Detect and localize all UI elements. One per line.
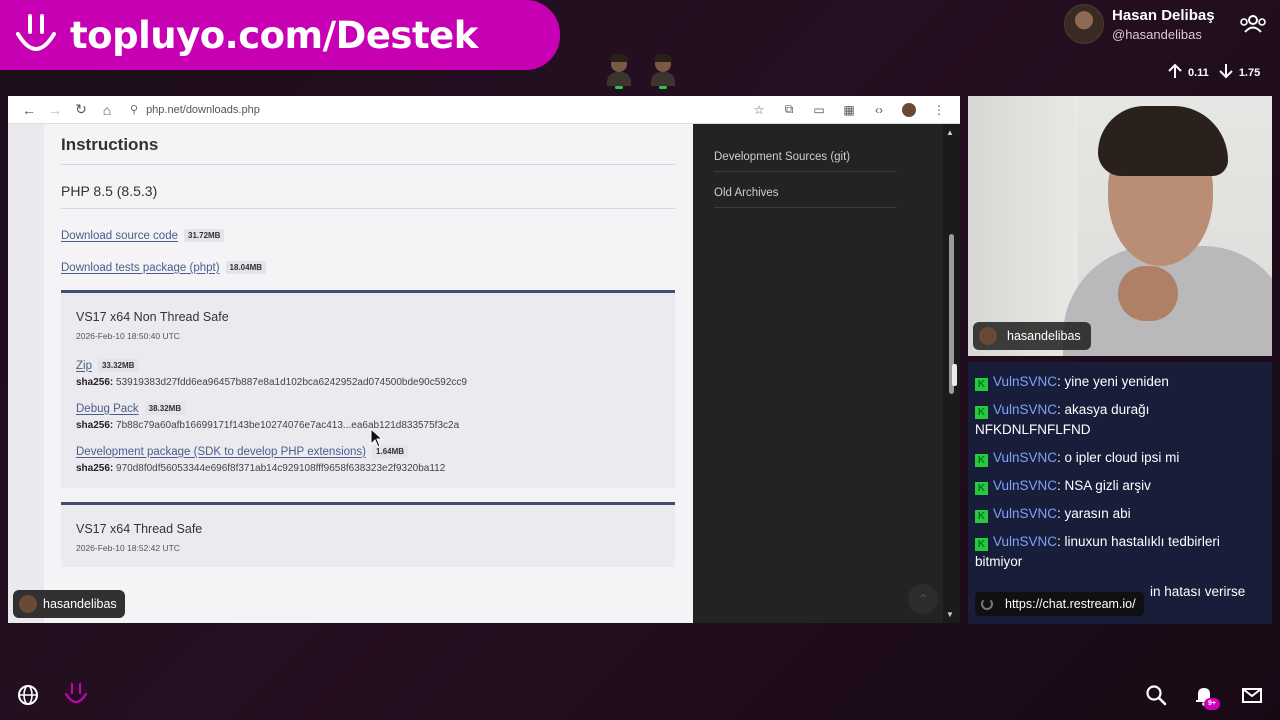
home-icon[interactable]: ⌂ bbox=[94, 97, 120, 123]
instructions-heading: Instructions bbox=[61, 135, 675, 165]
loading-icon bbox=[981, 598, 993, 610]
dev-package-link[interactable]: Development package (SDK to develop PHP … bbox=[76, 446, 366, 458]
more-menu-icon[interactable]: ⋮ bbox=[926, 97, 952, 123]
arrow-down-icon bbox=[1217, 62, 1235, 83]
download-source-link[interactable]: Download source code bbox=[61, 230, 178, 242]
banner-text: topluyo.com/Destek bbox=[70, 13, 478, 57]
topluyo-home-icon[interactable] bbox=[64, 682, 88, 713]
kick-icon: K bbox=[975, 510, 988, 523]
size-badge: 33.32MB bbox=[97, 359, 139, 372]
build-date: 2026-Feb-10 18:52:42 UTC bbox=[76, 543, 180, 553]
chat-message: K VulnSVNC: akasya durağı NFKDNLFNFLFND bbox=[975, 402, 1150, 437]
php-version-heading: PHP 8.5 (8.5.3) bbox=[61, 183, 675, 209]
dev-package-row: Development package (SDK to develop PHP … bbox=[76, 445, 660, 474]
browser-toolbar: ← → ↻ ⌂ ⚲ php.net/downloads.php ☆ ⧉ ▭ ▦ … bbox=[8, 96, 960, 124]
debug-pack-row: Debug Pack 38.32MB sha256: 7b88c79a60afb… bbox=[76, 402, 660, 431]
build-card-nts: VS17 x64 Non Thread Safe 2026-Feb-10 18:… bbox=[61, 290, 675, 488]
host-name: hasandelibas bbox=[43, 597, 117, 611]
download-tests: Download tests package (phpt) 18.04MB bbox=[61, 261, 675, 274]
extensions-icon[interactable]: ⧉ bbox=[776, 97, 802, 123]
webcam-name-tag: hasandelibas bbox=[973, 322, 1091, 350]
site-info-icon[interactable]: ⚲ bbox=[130, 103, 138, 116]
webcam-name: hasandelibas bbox=[1007, 329, 1081, 343]
size-badge: 18.04MB bbox=[225, 261, 267, 274]
page-content: Instructions PHP 8.5 (8.5.3) Download so… bbox=[8, 124, 693, 623]
download-source: Download source code 31.72MB bbox=[61, 229, 675, 242]
participant-avatar[interactable] bbox=[604, 52, 634, 90]
topluyo-logo-icon bbox=[0, 0, 70, 70]
network-stats: 0.11 1.75 bbox=[1166, 62, 1268, 83]
build-title: VS17 x64 Thread Safe bbox=[76, 522, 203, 536]
build-date: 2026-Feb-10 18:50:40 UTC bbox=[76, 331, 180, 341]
avatar bbox=[1064, 4, 1104, 44]
host-name-tag: hasandelibas bbox=[13, 590, 125, 618]
kick-icon: K bbox=[975, 482, 988, 495]
browser-window: ← → ↻ ⌂ ⚲ php.net/downloads.php ☆ ⧉ ▭ ▦ … bbox=[8, 96, 960, 623]
participant-avatar[interactable] bbox=[648, 52, 678, 90]
arrow-up-icon bbox=[1166, 62, 1184, 83]
voice-participants bbox=[604, 52, 678, 90]
webcam-feed bbox=[968, 96, 1272, 356]
chat-source-link[interactable]: https://chat.restream.io/ bbox=[975, 592, 1144, 616]
kick-icon: K bbox=[975, 538, 988, 551]
search-icon[interactable] bbox=[1145, 684, 1167, 711]
chat-message-partial: in hatası verirse bbox=[1150, 584, 1246, 599]
zip-link[interactable]: Zip bbox=[76, 360, 92, 372]
debug-pack-link[interactable]: Debug Pack bbox=[76, 403, 139, 415]
back-to-top-button[interactable]: ⌃ bbox=[908, 584, 938, 614]
people-icon[interactable] bbox=[1240, 14, 1266, 39]
download-value: 1.75 bbox=[1238, 66, 1261, 79]
url-text: php.net/downloads.php bbox=[146, 103, 260, 116]
page-sidebar: Development Sources (git) Old Archives bbox=[693, 124, 943, 623]
address-bar[interactable]: ⚲ php.net/downloads.php bbox=[130, 103, 746, 117]
forward-icon[interactable]: → bbox=[42, 97, 68, 123]
scroll-up-icon[interactable]: ▲ bbox=[946, 128, 954, 137]
avatar bbox=[979, 327, 997, 345]
bookmark-star-icon[interactable]: ☆ bbox=[746, 97, 772, 123]
zip-row: Zip 33.32MB sha256: 53919383d27fdd6ea964… bbox=[76, 359, 660, 388]
build-title: VS17 x64 Non Thread Safe bbox=[76, 310, 229, 324]
chat-message: K VulnSVNC: yine yeni yeniden bbox=[975, 372, 1265, 392]
profile-name: Hasan Delibaş bbox=[1112, 6, 1215, 24]
reload-icon[interactable]: ↻ bbox=[68, 97, 94, 123]
chat-panel: K VulnSVNC: yine yeni yeniden K VulnSVNC: … bbox=[968, 362, 1272, 624]
size-badge: 31.72MB bbox=[184, 229, 225, 242]
size-badge: 38.32MB bbox=[144, 402, 186, 415]
kick-icon: K bbox=[975, 378, 988, 391]
support-banner: topluyo.com/Destek bbox=[0, 0, 560, 70]
sha256-line: sha256: 7b88c79a60afb16699171f143be10274… bbox=[76, 420, 460, 431]
profile-avatar[interactable] bbox=[896, 97, 922, 123]
notification-badge: 9+ bbox=[1204, 698, 1220, 710]
avatar bbox=[19, 595, 37, 613]
back-icon[interactable]: ← bbox=[16, 97, 42, 123]
download-tests-link[interactable]: Download tests package (phpt) bbox=[61, 262, 220, 274]
kick-icon: K bbox=[975, 454, 988, 467]
sha256-line: sha256: 53919383d27fdd6ea96457b887e8a1d1… bbox=[76, 377, 467, 388]
mail-icon[interactable] bbox=[1241, 684, 1263, 711]
profile-card[interactable]: Hasan Delibaş @hasandelibas bbox=[1064, 4, 1215, 44]
cast-icon[interactable]: ▭ bbox=[806, 97, 832, 123]
devtools-icon[interactable]: ‹› bbox=[866, 97, 892, 123]
chat-message: K VulnSVNC: NSA gizli arşiv bbox=[975, 476, 1265, 496]
build-card-ts: VS17 x64 Thread Safe 2026-Feb-10 18:52:4… bbox=[61, 502, 675, 567]
globe-icon[interactable] bbox=[17, 684, 39, 711]
scroll-down-icon[interactable]: ▼ bbox=[946, 610, 954, 619]
sidebar-link-dev-sources[interactable]: Development Sources (git) bbox=[714, 151, 897, 172]
sidebar-link-old-archives[interactable]: Old Archives bbox=[714, 187, 897, 208]
chat-message: K VulnSVNC: linuxun hastalıklı tedbirleri… bbox=[975, 534, 1220, 569]
chat-message: K VulnSVNC: o ipler cloud ipsi mi bbox=[975, 448, 1265, 468]
sha256-line: sha256: 970d8f0df56053344e696f8f371ab14c… bbox=[76, 463, 446, 474]
mouse-cursor-icon bbox=[370, 427, 384, 453]
apps-icon[interactable]: ▦ bbox=[836, 97, 862, 123]
chat-scrollbar[interactable] bbox=[952, 364, 957, 386]
kick-icon: K bbox=[975, 406, 988, 419]
chat-message: K VulnSVNC: yarasın abi bbox=[975, 504, 1265, 524]
upload-value: 0.11 bbox=[1188, 66, 1209, 79]
profile-handle: @hasandelibas bbox=[1112, 26, 1202, 42]
